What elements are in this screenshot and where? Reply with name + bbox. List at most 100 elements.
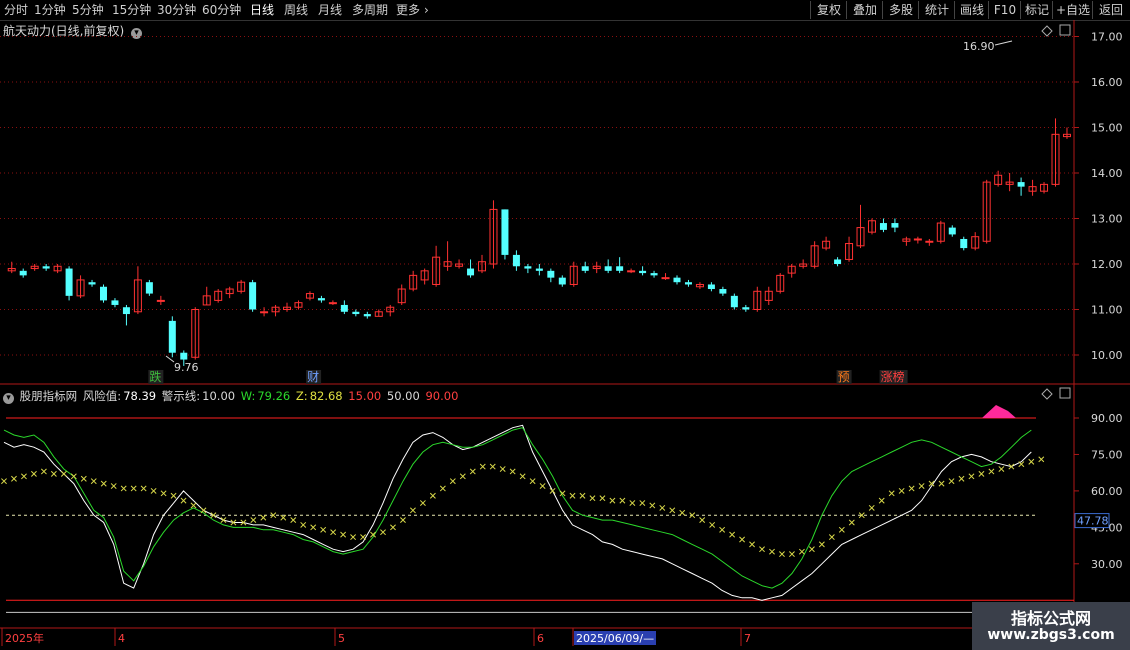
cross-marker xyxy=(779,551,785,558)
cross-marker xyxy=(699,517,706,524)
cross-marker xyxy=(948,478,955,485)
cross-marker xyxy=(40,468,47,475)
cross-marker xyxy=(479,463,486,470)
cross-marker xyxy=(709,521,716,528)
cross-marker xyxy=(719,526,726,533)
candle-body xyxy=(111,300,119,305)
cross-marker xyxy=(609,497,616,504)
cross-marker xyxy=(539,483,546,489)
cross-marker xyxy=(300,521,307,528)
cross-marker xyxy=(679,509,686,516)
x-axis-label: 5 xyxy=(338,632,345,645)
candle-body xyxy=(328,302,337,305)
cross-marker xyxy=(429,492,436,499)
candle-body xyxy=(260,311,269,314)
series-line xyxy=(3,424,1032,601)
cross-marker xyxy=(798,548,805,555)
cross-marker xyxy=(619,497,626,504)
diamond-icon xyxy=(1041,388,1053,400)
cross-marker xyxy=(489,463,496,470)
cross-marker xyxy=(469,468,476,475)
cross-marker xyxy=(529,478,536,485)
cross-marker xyxy=(589,495,596,502)
cross-marker xyxy=(409,507,416,514)
cross-marker xyxy=(888,490,895,497)
cross-marker xyxy=(769,548,775,555)
maximize-icon xyxy=(1059,24,1071,36)
candle-body xyxy=(88,282,96,285)
cross-marker xyxy=(898,487,905,494)
cross-marker xyxy=(998,466,1005,472)
y-tick-label: 15.00 xyxy=(1091,122,1123,135)
candle-body xyxy=(168,320,176,353)
cross-marker xyxy=(599,495,606,502)
candle-body xyxy=(180,352,188,360)
cross-marker xyxy=(439,485,446,492)
cross-marker xyxy=(150,487,157,494)
cross-marker xyxy=(250,517,257,524)
candle-body xyxy=(99,286,107,301)
candle-body xyxy=(352,311,360,315)
candle-body xyxy=(1017,182,1025,187)
cross-marker xyxy=(30,470,37,477)
candle-body xyxy=(627,270,636,273)
cross-marker xyxy=(330,529,337,536)
cross-marker xyxy=(908,485,915,492)
cross-marker xyxy=(70,473,77,480)
candle-body xyxy=(730,295,738,308)
y-tick-label: 14.00 xyxy=(1091,167,1123,180)
cross-marker xyxy=(360,534,367,541)
candle-body xyxy=(581,266,589,271)
candle-body xyxy=(925,240,934,243)
cross-marker xyxy=(1018,461,1025,468)
cross-marker xyxy=(100,480,107,487)
event-marker: 财 xyxy=(307,370,319,384)
ind-y-tick-label: 75.00 xyxy=(1091,448,1123,461)
cross-marker xyxy=(729,531,736,538)
cross-marker xyxy=(739,536,746,543)
candle-body xyxy=(122,307,130,315)
candle-body xyxy=(501,209,509,255)
cross-marker xyxy=(499,466,506,472)
candle-body xyxy=(960,238,968,249)
cross-marker xyxy=(659,504,666,511)
cross-marker xyxy=(400,517,406,524)
y-tick-label: 16.00 xyxy=(1091,76,1123,89)
cross-marker xyxy=(170,492,177,499)
event-marker: 涨榜 xyxy=(881,369,905,384)
cross-marker xyxy=(80,475,87,482)
cross-marker xyxy=(390,524,396,531)
cross-marker xyxy=(120,485,127,492)
cross-marker xyxy=(958,475,965,482)
diamond-icon xyxy=(1041,25,1053,37)
event-marker: 跌 xyxy=(149,369,161,384)
y-tick-label: 13.00 xyxy=(1091,213,1123,226)
candle-body xyxy=(363,314,371,317)
y-tick-label: 17.00 xyxy=(1091,31,1123,44)
cross-marker xyxy=(449,478,456,485)
cross-marker xyxy=(579,492,586,499)
x-axis-label: 2025年 xyxy=(5,631,44,645)
watermark: 指标公式网 www.zbgs3.com xyxy=(972,602,1130,650)
high-price-label: 16.90 xyxy=(963,40,995,53)
candle-body xyxy=(948,227,956,235)
cross-marker xyxy=(60,470,67,477)
candle-body xyxy=(317,298,325,301)
candle-body xyxy=(524,266,532,269)
cross-marker xyxy=(320,526,327,533)
cross-marker xyxy=(459,473,466,480)
y-tick-label: 12.00 xyxy=(1091,258,1123,271)
ind-y-tick-label: 90.00 xyxy=(1091,412,1123,425)
cross-marker xyxy=(1038,456,1045,463)
cross-marker xyxy=(200,507,207,514)
cross-marker xyxy=(838,526,845,533)
cross-marker xyxy=(639,500,646,507)
ind-y-tick-label: 60.00 xyxy=(1091,485,1123,498)
cross-marker xyxy=(140,485,147,492)
cross-marker xyxy=(190,502,197,509)
cross-marker xyxy=(968,473,975,480)
cross-marker xyxy=(50,470,57,477)
cross-marker xyxy=(20,473,27,480)
candle-body xyxy=(467,268,475,276)
chart-canvas[interactable]: 10.00 11.00 12.00 13.00 14.00 15.00 16.00 17.00… xyxy=(0,0,1130,650)
